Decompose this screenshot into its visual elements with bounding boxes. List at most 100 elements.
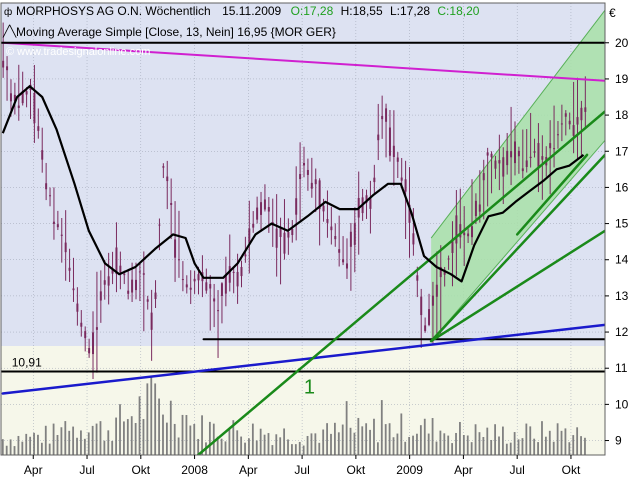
- candle-body: [174, 239, 177, 258]
- volume-bar: [376, 442, 379, 455]
- candle-body: [498, 160, 501, 164]
- candle-body: [9, 93, 12, 102]
- candle-body: [474, 200, 477, 217]
- volume-bar: [455, 432, 457, 455]
- candle-body: [506, 150, 509, 166]
- candle-body: [287, 232, 290, 238]
- volume-bar: [494, 424, 496, 455]
- candle-body: [123, 273, 126, 276]
- candle-body: [158, 224, 161, 226]
- volume-bar: [470, 442, 473, 455]
- candle-body: [541, 156, 544, 160]
- x-tick-label: 2009: [396, 463, 423, 477]
- candle-body: [131, 279, 134, 293]
- volume-bar: [251, 423, 254, 455]
- candle-body: [185, 284, 188, 288]
- candle-body: [322, 205, 325, 212]
- candle-body: [150, 312, 153, 330]
- candle-body: [584, 107, 587, 112]
- candle-body: [525, 160, 528, 168]
- volume-bar: [40, 442, 43, 455]
- candle-body: [236, 271, 239, 287]
- volume-bar: [345, 401, 348, 455]
- x-axis: Apr Jul Okt 2008 Apr Jul Okt 2009 Apr Jul Okt: [24, 455, 581, 477]
- candle-body: [326, 218, 329, 223]
- volume-bar: [9, 439, 12, 455]
- volume-bar: [68, 430, 71, 455]
- candle-body: [209, 284, 212, 289]
- volume-bar: [509, 442, 512, 455]
- candle-body: [342, 259, 345, 263]
- volume-bar: [37, 434, 39, 455]
- y-tick-label: 15: [615, 217, 629, 231]
- candle-body: [142, 273, 145, 275]
- candle-body: [205, 282, 208, 291]
- volume-bar: [365, 423, 368, 455]
- volume-bar: [60, 427, 63, 455]
- volume-bar: [330, 433, 332, 455]
- y-tick-label: 19: [615, 72, 629, 86]
- volume-bar: [341, 424, 344, 455]
- candle-body: [529, 156, 532, 159]
- volume-bar: [169, 400, 172, 455]
- volume-bar: [142, 418, 145, 455]
- volume-bar: [56, 434, 59, 455]
- candle-body: [260, 202, 263, 215]
- candle-body: [345, 263, 348, 269]
- volume-bar: [537, 442, 539, 455]
- volume-bar: [486, 427, 489, 455]
- volume-bar: [412, 435, 414, 455]
- candle-body: [431, 295, 434, 306]
- candle-body: [217, 310, 220, 312]
- candle-body: [240, 266, 243, 277]
- y-tick-label: 10: [615, 397, 629, 411]
- candle-body: [220, 283, 223, 296]
- candle-body: [72, 288, 75, 291]
- high-value: H:18,55: [341, 4, 383, 18]
- volume-bar: [44, 425, 47, 455]
- volume-bar: [310, 433, 313, 455]
- volume-bar: [76, 437, 78, 455]
- candle-body: [486, 152, 489, 156]
- candle-body: [463, 232, 466, 236]
- candle-body: [385, 108, 388, 122]
- volume-bar: [83, 438, 86, 455]
- candle-body: [99, 291, 102, 301]
- volume-bar: [193, 423, 196, 455]
- candle-body: [517, 150, 520, 157]
- candle-body: [119, 265, 122, 273]
- candle-body: [103, 280, 106, 285]
- volume-bar: [158, 398, 160, 455]
- candle-body: [6, 66, 9, 71]
- candle-body: [134, 279, 137, 291]
- candle-symbol-icon: ф: [4, 6, 12, 18]
- volume-bar: [380, 400, 383, 455]
- volume-bar: [162, 414, 164, 455]
- volume-bar: [443, 433, 446, 455]
- volume-bar: [439, 430, 442, 455]
- header-line-1: MORPHOSYS AG O.N. Wöchentlich 15.11.2009…: [16, 4, 480, 18]
- volume-bar: [119, 404, 121, 455]
- volume-bar: [107, 430, 110, 455]
- volume-bar: [220, 438, 223, 455]
- volume-bar: [224, 441, 227, 455]
- volume-bar: [283, 428, 286, 455]
- volume-bar: [447, 435, 450, 455]
- candle-body: [388, 127, 391, 156]
- volume-bar: [384, 424, 387, 455]
- candle-body: [568, 120, 571, 125]
- volume-bar: [552, 441, 555, 455]
- candle-body: [263, 199, 266, 210]
- candle-body: [314, 179, 317, 185]
- y-tick-label: 20: [615, 36, 629, 50]
- volume-bar: [466, 435, 469, 455]
- volume-bar: [189, 425, 192, 455]
- volume-bar: [541, 421, 543, 455]
- volume-bar: [353, 432, 356, 455]
- volume-bar: [498, 436, 500, 455]
- y-tick-label: 12: [615, 325, 629, 339]
- indicator-label: Moving Average Simple [Close, 13, Nein] …: [16, 25, 336, 39]
- volume-bar: [80, 430, 82, 455]
- volume-bar: [154, 383, 157, 455]
- x-tick-label: Apr: [454, 463, 473, 477]
